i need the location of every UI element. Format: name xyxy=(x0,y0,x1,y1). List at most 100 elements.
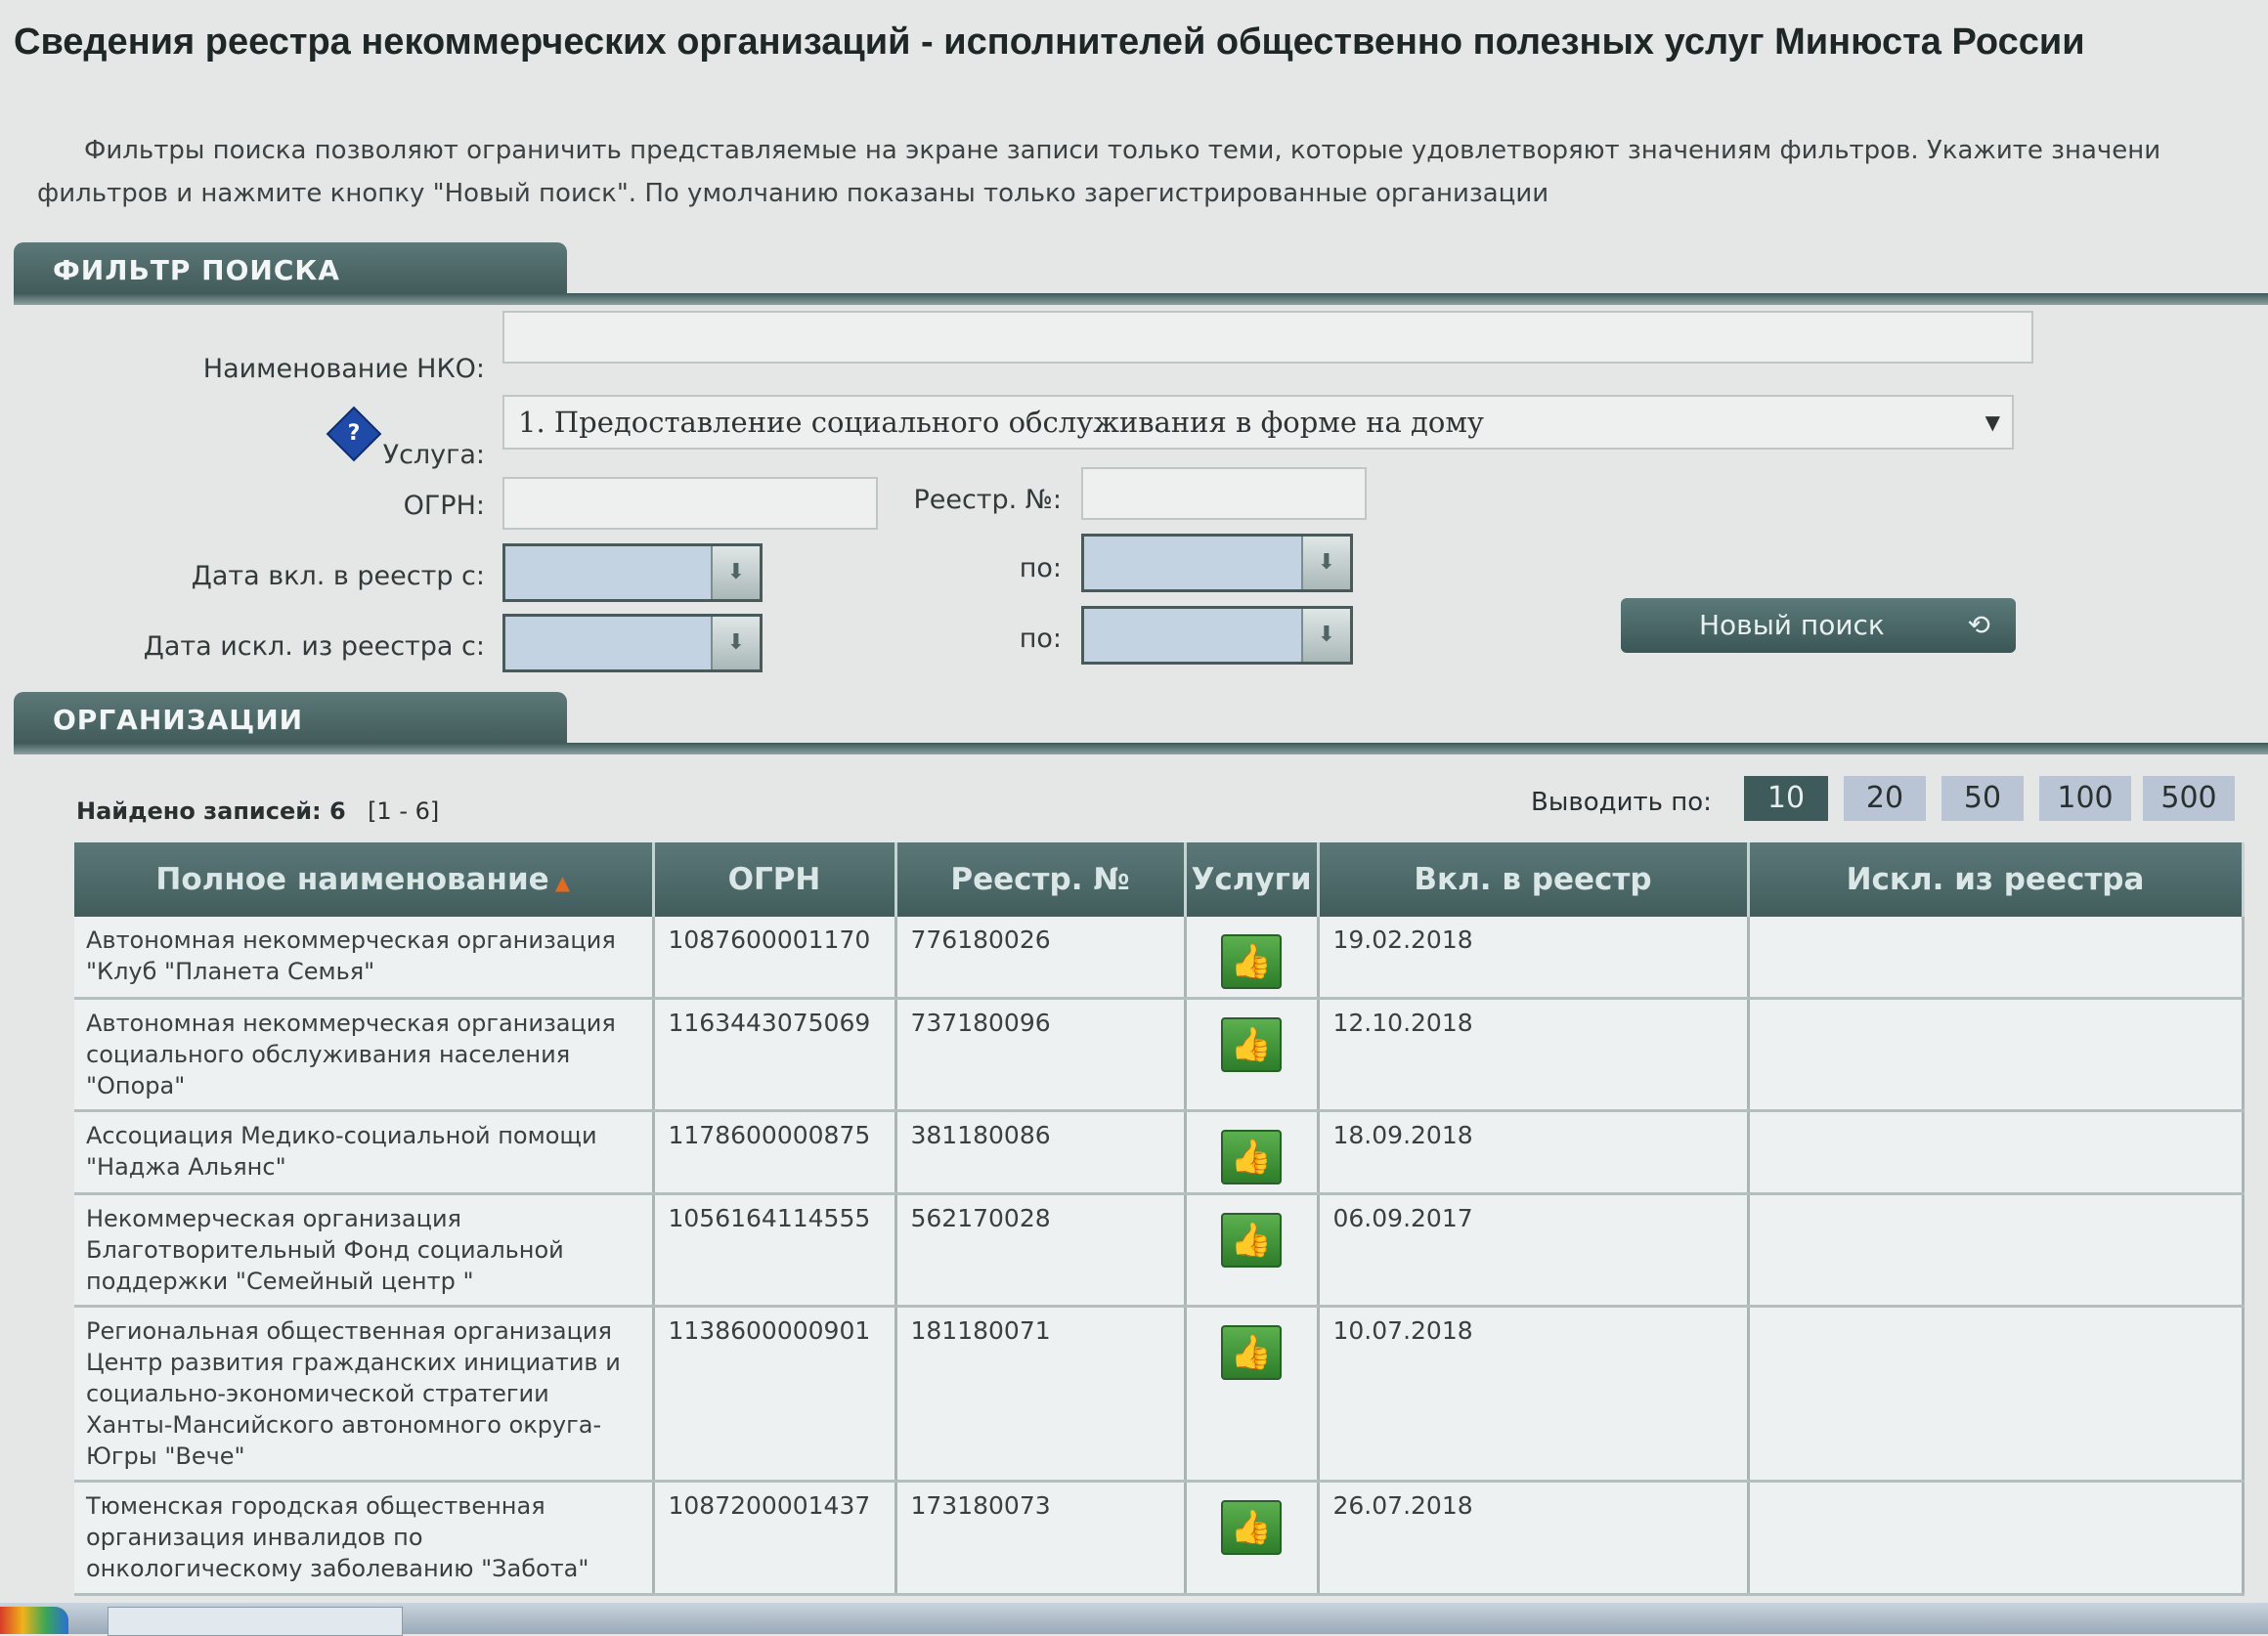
calendar-dropdown-icon[interactable]: ⬇ xyxy=(1301,609,1350,662)
org-included-date: 26.07.2018 xyxy=(1318,1481,1750,1596)
org-services: 👍 xyxy=(1185,1193,1320,1308)
page-size-20[interactable]: 20 xyxy=(1844,776,1926,821)
org-registry-number: 737180096 xyxy=(895,998,1187,1112)
org-name[interactable]: Некоммерческая организация Благотворител… xyxy=(74,1193,655,1308)
org-services: 👍 xyxy=(1185,998,1320,1112)
org-included-date: 10.07.2018 xyxy=(1318,1306,1750,1483)
per-page-label: Выводить по: xyxy=(1531,788,1712,817)
table-row: Некоммерческая организация Благотворител… xyxy=(74,1193,2245,1308)
column-header-services[interactable]: Услуги xyxy=(1185,842,1320,917)
taskbar xyxy=(0,1603,2268,1636)
org-ogrn: 1056164114555 xyxy=(653,1193,897,1308)
page-size-50[interactable]: 50 xyxy=(1941,776,2024,821)
date-excluded-from-field[interactable]: ⬇ xyxy=(502,614,763,672)
calendar-dropdown-icon[interactable]: ⬇ xyxy=(711,617,760,669)
org-ogrn: 1178600000875 xyxy=(653,1110,897,1195)
table-row: Тюменская городская общественная организ… xyxy=(74,1481,2245,1596)
table-row: Региональная общественная организация Це… xyxy=(74,1306,2245,1483)
organizations-table: Полное наименование ▲ ОГРН Реестр. № Услу… xyxy=(74,842,2245,1596)
org-name[interactable]: Автономная некоммерческая организация со… xyxy=(74,998,655,1112)
org-services: 👍 xyxy=(1185,1481,1320,1596)
date-included-to-field[interactable]: ⬇ xyxy=(1081,534,1353,592)
page-size-500[interactable]: 500 xyxy=(2143,776,2235,821)
column-header-name[interactable]: Полное наименование ▲ xyxy=(74,842,655,917)
org-services: 👍 xyxy=(1185,1110,1320,1195)
service-select-value: 1. Предоставление социального обслуживан… xyxy=(518,406,1484,439)
registry-number-input[interactable] xyxy=(1081,467,1367,520)
org-registry-number: 562170028 xyxy=(895,1193,1187,1308)
org-name[interactable]: Автономная некоммерческая организация "К… xyxy=(74,917,655,1000)
intro-text: Фильтры поиска позволяют ограничить пред… xyxy=(37,129,2256,215)
thumbs-up-icon[interactable]: 👍 xyxy=(1221,1500,1282,1555)
date-excluded-from-label: Дата искл. из реестра с: xyxy=(143,631,485,662)
organizations-section-divider xyxy=(14,743,2268,754)
org-name[interactable]: Ассоциация Медико-социальной помощи "Над… xyxy=(74,1110,655,1195)
thumbs-up-icon[interactable]: 👍 xyxy=(1221,1325,1282,1380)
filter-section-tab: ФИЛЬТР ПОИСКА xyxy=(14,242,567,299)
org-registry-number: 181180071 xyxy=(895,1306,1187,1483)
thumbs-up-icon[interactable]: 👍 xyxy=(1221,934,1282,989)
thumbs-up-icon[interactable]: 👍 xyxy=(1221,1130,1282,1184)
org-name[interactable]: Региональная общественная организация Це… xyxy=(74,1306,655,1483)
org-services: 👍 xyxy=(1185,917,1320,1000)
column-header-ogrn[interactable]: ОГРН xyxy=(653,842,897,917)
ogrn-input[interactable] xyxy=(502,477,878,530)
org-registry-number: 173180073 xyxy=(895,1481,1187,1596)
org-excluded-date xyxy=(1748,917,2245,1000)
records-found-count: Найдено записей: 6 xyxy=(76,797,346,825)
table-row: Автономная некоммерческая организация "К… xyxy=(74,917,2245,1000)
page-size-10[interactable]: 10 xyxy=(1744,776,1828,821)
nko-name-input[interactable] xyxy=(502,311,2033,364)
new-search-button[interactable]: Новый поиск ⟲ xyxy=(1621,598,2016,653)
page-size-100[interactable]: 100 xyxy=(2039,776,2131,821)
table-row: Ассоциация Медико-социальной помощи "Над… xyxy=(74,1110,2245,1195)
records-found: Найдено записей: 6 [1 - 6] xyxy=(76,797,439,825)
service-select[interactable]: 1. Предоставление социального обслуживан… xyxy=(502,395,2014,450)
thumbs-up-icon[interactable]: 👍 xyxy=(1221,1017,1282,1072)
start-button[interactable] xyxy=(0,1607,68,1634)
column-header-excluded[interactable]: Искл. из реестра xyxy=(1748,842,2245,917)
records-range: [1 - 6] xyxy=(368,797,440,825)
org-ogrn: 1087600001170 xyxy=(653,917,897,1000)
sort-arrow-icon: ▲ xyxy=(554,871,571,894)
org-registry-number: 776180026 xyxy=(895,917,1187,1000)
org-registry-number: 381180086 xyxy=(895,1110,1187,1195)
org-excluded-date xyxy=(1748,998,2245,1112)
refresh-icon: ⟲ xyxy=(1967,609,1990,641)
registry-number-label: Реестр. №: xyxy=(913,485,1062,515)
org-included-date: 19.02.2018 xyxy=(1318,917,1750,1000)
organizations-section-tab: ОРГАНИЗАЦИИ xyxy=(14,692,567,749)
org-ogrn: 1138600000901 xyxy=(653,1306,897,1483)
org-excluded-date xyxy=(1748,1193,2245,1308)
date-excluded-to-field[interactable]: ⬇ xyxy=(1081,606,1353,665)
date-included-to-label: по: xyxy=(1019,553,1062,583)
thumbs-up-icon[interactable]: 👍 xyxy=(1221,1213,1282,1268)
intro-line-1: Фильтры поиска позволяют ограничить пред… xyxy=(84,136,2161,165)
calendar-dropdown-icon[interactable]: ⬇ xyxy=(711,546,760,599)
org-excluded-date xyxy=(1748,1306,2245,1483)
calendar-dropdown-icon[interactable]: ⬇ xyxy=(1301,537,1350,589)
org-included-date: 12.10.2018 xyxy=(1318,998,1750,1112)
date-excluded-to-label: по: xyxy=(1019,624,1062,654)
org-excluded-date xyxy=(1748,1110,2245,1195)
org-ogrn: 1163443075069 xyxy=(653,998,897,1112)
org-name[interactable]: Тюменская городская общественная организ… xyxy=(74,1481,655,1596)
intro-line-2: фильтров и нажмите кнопку "Новый поиск".… xyxy=(37,179,1549,208)
column-header-name-label: Полное наименование xyxy=(155,862,549,897)
date-included-from-label: Дата вкл. в реестр с: xyxy=(191,561,485,591)
org-included-date: 18.09.2018 xyxy=(1318,1110,1750,1195)
ogrn-label: ОГРН: xyxy=(403,491,485,521)
table-row: Автономная некоммерческая организация со… xyxy=(74,998,2245,1112)
date-included-from-field[interactable]: ⬇ xyxy=(502,543,763,602)
filter-section-divider xyxy=(14,293,2268,305)
page-title: Сведения реестра некоммерческих организа… xyxy=(14,22,2085,63)
org-services: 👍 xyxy=(1185,1306,1320,1483)
column-header-registry-number[interactable]: Реестр. № xyxy=(895,842,1187,917)
column-header-included[interactable]: Вкл. в реестр xyxy=(1318,842,1750,917)
org-included-date: 06.09.2017 xyxy=(1318,1193,1750,1308)
service-label: Услуга: xyxy=(382,440,485,470)
org-ogrn: 1087200001437 xyxy=(653,1481,897,1596)
taskbar-window-button[interactable] xyxy=(108,1607,403,1636)
table-header-row: Полное наименование ▲ ОГРН Реестр. № Услу… xyxy=(74,842,2245,917)
chevron-down-icon: ▼ xyxy=(1984,410,2000,434)
